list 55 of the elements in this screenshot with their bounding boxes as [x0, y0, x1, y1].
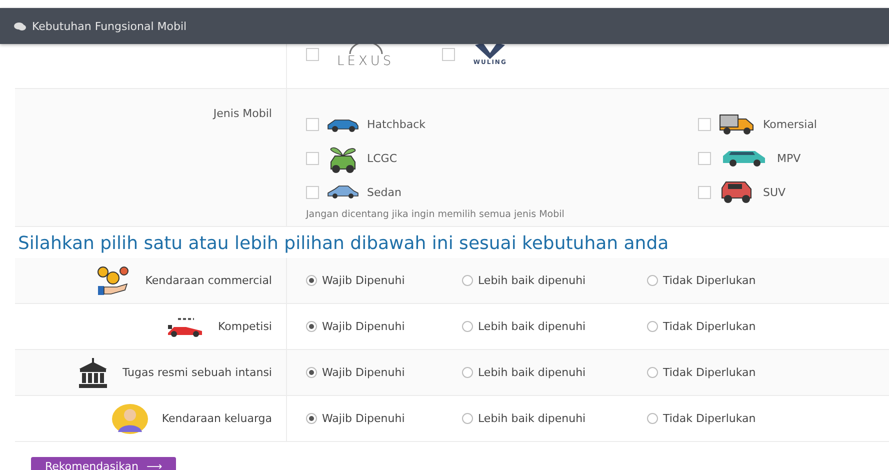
panel-title: Kebutuhan Fungsional Mobil — [32, 20, 187, 32]
field-label: Jenis Mobil — [213, 107, 272, 120]
radio-button[interactable] — [462, 413, 473, 424]
option-label: Komersial — [763, 118, 817, 130]
radio-button[interactable] — [306, 367, 317, 378]
option-label: Lebih baik dipenuhi — [478, 274, 586, 287]
criterion-label: Kompetisi — [218, 320, 272, 333]
radio-button[interactable] — [306, 275, 317, 286]
option-label: Wajib Dipenuhi — [322, 320, 405, 333]
checkbox[interactable] — [698, 186, 711, 198]
radio-button[interactable] — [647, 367, 658, 378]
option-label: Wajib Dipenuhi — [322, 366, 405, 379]
option-label: Hatchback — [367, 118, 426, 130]
checkbox[interactable] — [306, 118, 319, 130]
option-label: Tidak Diperlukan — [663, 320, 756, 333]
option-label: MPV — [777, 152, 801, 164]
recommend-button[interactable]: Rekomendasikan ⟶ — [31, 457, 176, 470]
radio-button[interactable] — [306, 321, 317, 332]
section-heading: Silahkan pilih satu atau lebih pilihan dibawah ini sesuai kebutuhan anda — [18, 233, 670, 254]
option-label: Tidak Diperlukan — [663, 366, 756, 379]
radio-button[interactable] — [306, 413, 317, 424]
checkbox[interactable] — [306, 186, 319, 198]
radio-button[interactable] — [462, 275, 473, 286]
avatar-icon — [112, 404, 148, 434]
help-text: Jangan dicentang jika ingin memilih semua jenis Mobil — [306, 209, 566, 220]
checkbox[interactable] — [698, 118, 711, 130]
option-label: Sedan — [367, 186, 402, 198]
coins-hand-icon — [97, 266, 132, 296]
race-car-icon — [166, 316, 204, 336]
option-label: Wajib Dipenuhi — [322, 274, 405, 287]
radio-button[interactable] — [462, 367, 473, 378]
radio-button[interactable] — [647, 413, 658, 424]
brand-logo: LEXUS — [337, 44, 394, 69]
criterion-label: Kendaraan keluarga — [162, 412, 272, 425]
radio-button[interactable] — [647, 275, 658, 286]
building-icon — [78, 358, 108, 388]
checkbox[interactable] — [306, 152, 319, 164]
option-label: Lebih baik dipenuhi — [478, 320, 586, 333]
option-label: SUV — [763, 186, 786, 198]
radio-button[interactable] — [647, 321, 658, 332]
checkbox[interactable] — [698, 152, 711, 164]
truck-icon — [719, 113, 755, 135]
option-label: Wajib Dipenuhi — [322, 412, 405, 425]
option-label: Tidak Diperlukan — [663, 274, 756, 287]
criterion-label: Tugas resmi sebuah intansi — [122, 366, 272, 379]
criterion-label: Kendaraan commercial — [145, 274, 272, 287]
radio-button[interactable] — [462, 321, 473, 332]
checkbox[interactable] — [442, 48, 456, 61]
option-label: LCGC — [367, 152, 398, 164]
option-label: Lebih baik dipenuhi — [478, 412, 586, 425]
car-icon — [327, 185, 359, 199]
checkbox[interactable] — [306, 48, 319, 61]
option-label: Lebih baik dipenuhi — [478, 366, 586, 379]
option-label: Tidak Diperlukan — [663, 412, 756, 425]
chat-icon — [14, 22, 26, 30]
